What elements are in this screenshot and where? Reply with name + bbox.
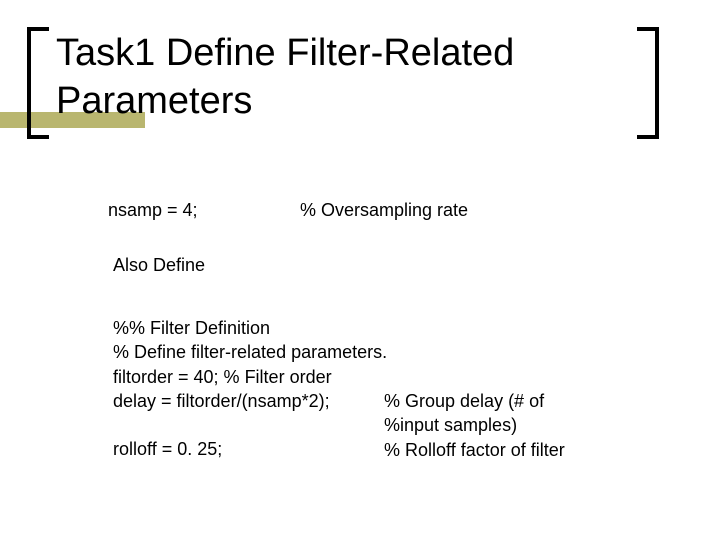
comment-block-group-delay: % Group delay (# of %input samples) % Ro… — [384, 389, 565, 462]
slide: Task1 Define Filter-Related Parameters n… — [0, 0, 720, 540]
title-bracket-right — [637, 27, 659, 139]
code-line-nsamp: nsamp = 4; — [108, 198, 198, 222]
code-block-filter-definition: %% Filter Definition % Define filter-rel… — [113, 316, 387, 462]
comment-oversampling: % Oversampling rate — [300, 198, 468, 222]
slide-title: Task1 Define Filter-Related Parameters — [56, 30, 626, 125]
title-bracket-left — [27, 27, 49, 139]
text-also-define: Also Define — [113, 253, 205, 277]
